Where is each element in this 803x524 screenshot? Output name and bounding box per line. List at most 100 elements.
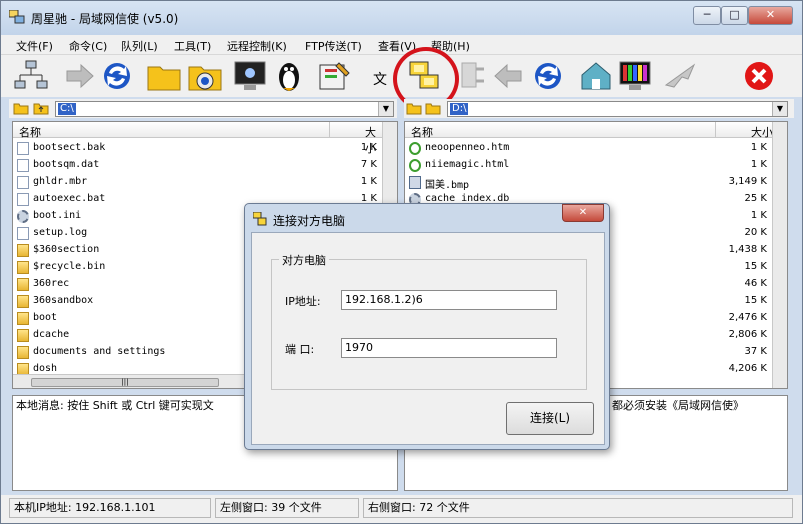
folder-up-icon[interactable] <box>33 101 49 115</box>
file-name: bootsqm.dat <box>33 159 100 170</box>
folder-icon <box>17 346 29 359</box>
file-size: 1 K <box>360 142 377 153</box>
folder-icon <box>17 312 29 325</box>
screen-icon[interactable] <box>617 59 653 93</box>
status-right-count: 右侧窗口: 72 个文件 <box>363 498 793 518</box>
home-icon[interactable] <box>578 59 614 93</box>
status-ip: 本机IP地址: 192.168.1.101 <box>9 498 211 518</box>
right-path-value: D:\ <box>450 103 469 115</box>
col-size[interactable]: 大小 <box>751 124 773 140</box>
file-row[interactable]: bootsect.bak 1 K <box>13 140 397 157</box>
file-size: 15 K <box>744 261 767 272</box>
monitor-icon[interactable] <box>232 59 268 93</box>
file-name: 360sandbox <box>33 295 94 306</box>
folder-icon <box>17 329 29 342</box>
file-name: 360rec <box>33 278 70 289</box>
dialog-title: 连接对方电脑 <box>273 214 346 228</box>
file-size: 1 K <box>750 210 767 221</box>
file-name: $recycle.bin <box>33 261 106 272</box>
file-size: 46 K <box>744 278 767 289</box>
refresh-right-icon[interactable] <box>530 59 566 93</box>
right-vertical-scrollbar[interactable] <box>772 122 787 388</box>
group-box <box>271 259 587 390</box>
dialog-body: 对方电脑 IP地址: 192.168.1.2)6 端 口: 1970 连接(L) <box>251 232 605 445</box>
file-size: 1 K <box>750 142 767 153</box>
folder-icon[interactable] <box>146 59 182 93</box>
folder-up-icon[interactable] <box>425 101 441 115</box>
file-icon <box>17 176 29 189</box>
html-file-icon <box>409 159 421 172</box>
left-column-header: 名称 大小 <box>13 122 383 155</box>
file-icon <box>17 142 29 155</box>
file-size: 7 K <box>360 159 377 170</box>
file-row[interactable]: ghldr.mbr 1 K <box>13 174 397 191</box>
file-name: bootsect.bak <box>33 142 106 153</box>
file-size: 1 K <box>360 176 377 187</box>
window-title: 周星驰 - 局域网信使 (v5.0) <box>31 12 179 26</box>
chevron-down-icon[interactable]: ▼ <box>378 102 393 116</box>
arrow-right-icon[interactable] <box>61 59 97 93</box>
col-name[interactable]: 名称 <box>19 124 41 140</box>
maximize-button[interactable]: □ <box>721 6 748 25</box>
group-label: 对方电脑 <box>279 252 329 268</box>
file-size: 25 K <box>744 193 767 204</box>
left-path-combo[interactable]: C:\ ▼ <box>55 101 394 117</box>
app-icon <box>9 10 25 24</box>
connect-icon <box>253 212 267 226</box>
chevron-down-icon[interactable]: ▼ <box>772 102 787 116</box>
menu-remote-control[interactable]: 远程控制(K) <box>227 38 287 54</box>
plane-icon[interactable] <box>662 59 698 93</box>
scan-icon[interactable] <box>187 59 223 93</box>
file-size: 4,206 K <box>728 363 767 374</box>
file-size: 2,806 K <box>728 329 767 340</box>
file-name: dcache <box>33 329 70 340</box>
folder-icon[interactable] <box>406 101 422 115</box>
text-button[interactable]: 文 <box>373 69 393 89</box>
image-file-icon <box>409 176 421 189</box>
penguin-icon[interactable] <box>271 59 307 93</box>
folder-icon <box>17 244 29 257</box>
tools-icon[interactable] <box>317 59 353 93</box>
ip-field[interactable]: 192.168.1.2)6 <box>341 290 557 310</box>
file-name: niiemagic.html <box>425 159 510 170</box>
arrow-left-icon[interactable] <box>491 59 527 93</box>
menu-bar: 文件(F) 命令(C) 队列(L) 工具(T) 远程控制(K) FTP传送(T)… <box>1 35 802 55</box>
refresh-icon[interactable] <box>99 59 135 93</box>
file-name: $360section <box>33 244 100 255</box>
file-name: boot <box>33 312 58 323</box>
status-left-count: 左侧窗口: 39 个文件 <box>215 498 359 518</box>
file-name: neoopenneo.htm <box>425 142 510 153</box>
exit-icon[interactable] <box>741 59 777 93</box>
file-row[interactable]: bootsqm.dat 7 K <box>13 157 397 174</box>
file-row[interactable]: neoopenneo.htm 1 K <box>405 140 787 157</box>
file-row[interactable]: 国美.bmp 3,149 K <box>405 174 787 191</box>
file-size: 20 K <box>744 227 767 238</box>
disconnect-icon[interactable] <box>456 59 492 93</box>
menu-ftp[interactable]: FTP传送(T) <box>305 38 362 54</box>
dialog-close-button[interactable]: ✕ <box>562 204 604 222</box>
port-label: 端 口: <box>285 343 315 356</box>
ip-label: IP地址: <box>285 295 321 308</box>
port-field[interactable]: 1970 <box>341 338 557 358</box>
close-button[interactable]: ✕ <box>748 6 793 25</box>
menu-queue[interactable]: 队列(L) <box>121 38 158 54</box>
minimize-button[interactable]: ─ <box>693 6 721 25</box>
file-name: 国美.bmp <box>425 180 470 191</box>
right-message: 都必须安装《局域网信使》 <box>612 399 744 412</box>
file-name: autoexec.bat <box>33 193 106 204</box>
file-icon <box>17 227 29 240</box>
right-path-combo[interactable]: D:\ ▼ <box>447 101 788 117</box>
network-icon[interactable] <box>13 59 49 93</box>
menu-file[interactable]: 文件(F) <box>16 38 53 54</box>
menu-command[interactable]: 命令(C) <box>69 38 107 54</box>
file-name: setup.log <box>33 227 88 238</box>
file-row[interactable]: niiemagic.html 1 K <box>405 157 787 174</box>
title-bar[interactable]: 周星驰 - 局域网信使 (v5.0) ─ □ ✕ <box>1 1 802 35</box>
file-size: 1 K <box>750 159 767 170</box>
right-column-header: 名称 大小 <box>405 122 773 140</box>
menu-tools[interactable]: 工具(T) <box>174 38 211 54</box>
file-icon <box>17 159 29 172</box>
col-name[interactable]: 名称 <box>411 124 433 140</box>
folder-icon[interactable] <box>13 101 29 115</box>
connect-button[interactable]: 连接(L) <box>506 402 594 435</box>
